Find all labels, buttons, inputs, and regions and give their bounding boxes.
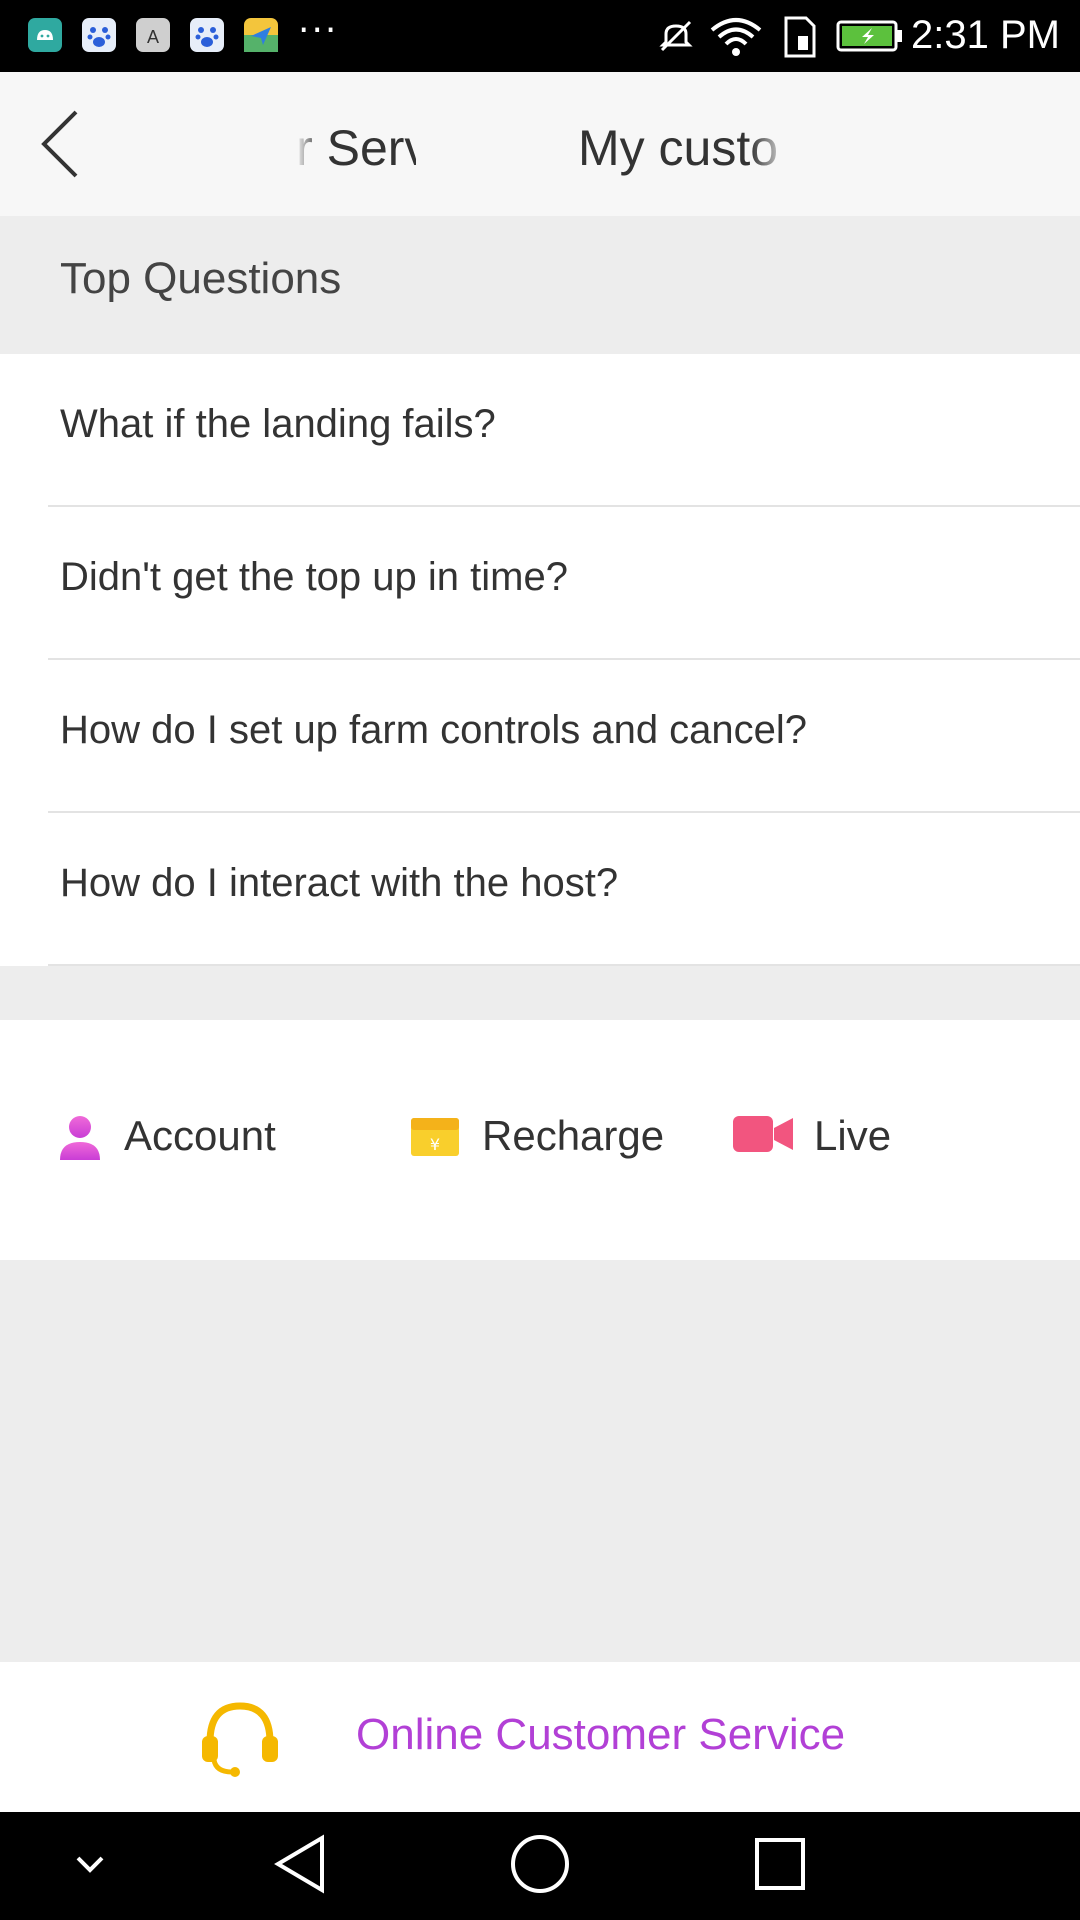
nav-home-icon[interactable] — [508, 1832, 572, 1896]
category-account[interactable]: Account — [58, 1106, 298, 1166]
baidu-app-icon-2 — [190, 18, 224, 52]
nav-back-icon[interactable] — [272, 1832, 328, 1896]
headset-icon — [202, 1702, 278, 1777]
question-list: What if the landing fails? Didn't get th… — [0, 354, 1080, 966]
online-customer-service-button[interactable]: Online Customer Service — [0, 1662, 1080, 1812]
nav-recents-icon[interactable] — [752, 1832, 808, 1896]
section-header: Top Questions — [0, 216, 1080, 354]
chevron-left-icon — [41, 110, 78, 178]
category-live[interactable]: Live — [732, 1106, 932, 1166]
account-icon — [60, 1116, 100, 1160]
tab-fade-right — [750, 116, 790, 180]
back-button[interactable] — [36, 108, 92, 180]
more-notifications-icon: ··· — [298, 10, 339, 51]
category-row: Account ¥ Recharge Live — [0, 1020, 1080, 1260]
section-title: Top Questions — [60, 254, 342, 303]
video-camera-icon — [733, 1116, 793, 1152]
font-app-icon: A — [136, 18, 170, 52]
question-item[interactable]: Didn't get the top up in time? — [0, 507, 1080, 660]
question-text: Didn't get the top up in time? — [60, 555, 568, 599]
question-item[interactable]: How do I set up farm controls and cancel… — [0, 660, 1080, 813]
question-text: What if the landing fails? — [60, 402, 496, 446]
tab-my-customer-service-label: My custo — [578, 120, 779, 176]
status-bar: A ··· 2:31 PM — [0, 0, 1080, 72]
question-item[interactable]: What if the landing fails? — [0, 354, 1080, 507]
map-app-icon — [244, 18, 278, 52]
sim-icon — [784, 16, 816, 58]
category-account-label: Account — [124, 1112, 276, 1159]
wifi-icon — [710, 18, 762, 56]
category-live-label: Live — [814, 1112, 892, 1159]
category-recharge-label: Recharge — [482, 1112, 665, 1159]
status-time: 2:31 PM — [911, 13, 1060, 57]
mute-icon — [659, 20, 693, 52]
question-text: How do I interact with the host? — [60, 861, 619, 905]
battery-icon — [836, 20, 902, 52]
top-nav: Customer Service My custo — [0, 72, 1080, 216]
online-customer-service-label: Online Customer Service — [356, 1710, 846, 1759]
category-recharge[interactable]: ¥ Recharge — [410, 1106, 680, 1166]
tab-fade-left — [296, 116, 320, 180]
chevron-down-icon[interactable] — [70, 1850, 110, 1880]
system-nav-bar — [0, 1812, 1080, 1920]
baidu-app-icon — [82, 18, 116, 52]
svg-text:A: A — [147, 27, 159, 47]
divider — [48, 964, 1080, 966]
android-app-icon — [28, 18, 62, 52]
svg-text:¥: ¥ — [430, 1135, 440, 1154]
question-item[interactable]: How do I interact with the host? — [0, 813, 1080, 966]
wallet-icon: ¥ — [411, 1118, 459, 1156]
question-text: How do I set up farm controls and cancel… — [60, 708, 808, 752]
